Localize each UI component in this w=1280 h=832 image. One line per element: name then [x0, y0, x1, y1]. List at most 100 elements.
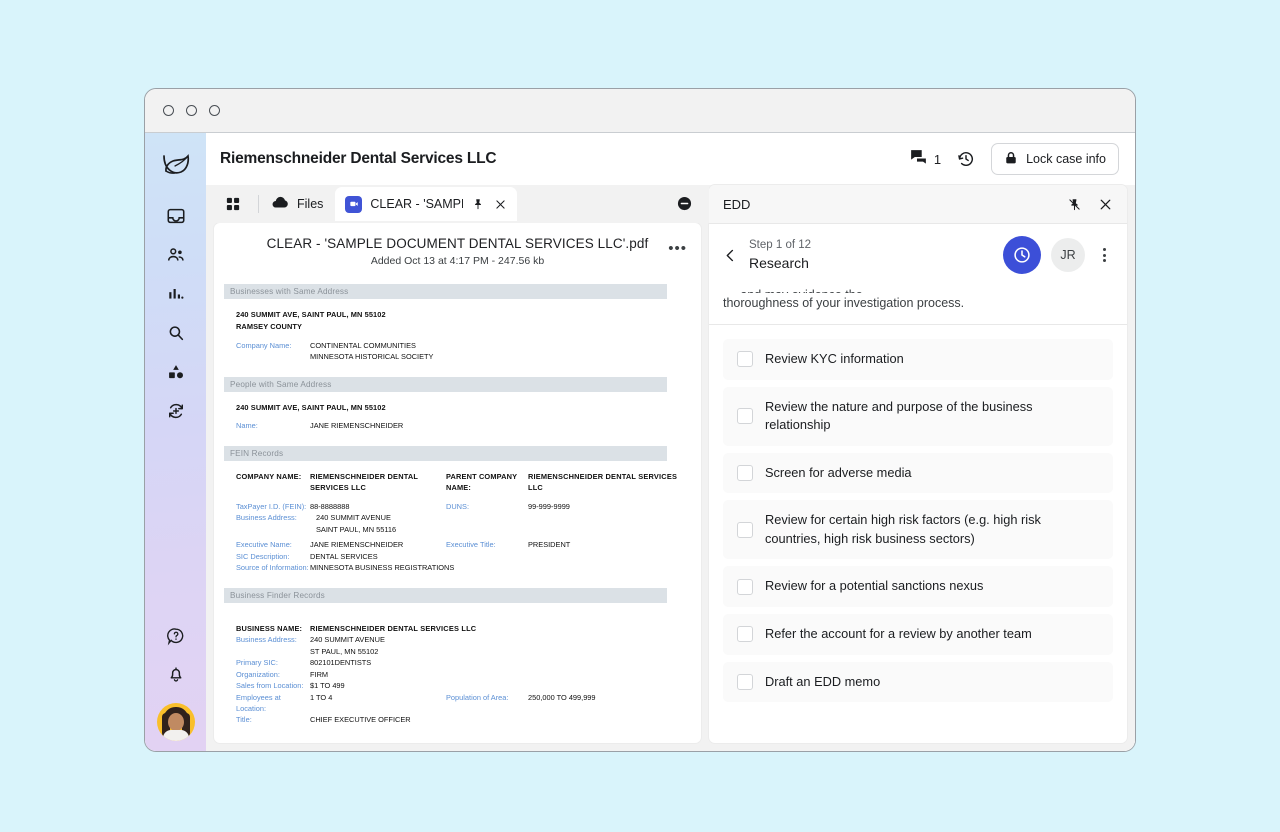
- history-clock-icon[interactable]: [957, 150, 975, 168]
- edd-task-list: Review KYC information Review the nature…: [709, 325, 1127, 712]
- task-checkbox[interactable]: [737, 521, 753, 538]
- task-label: Draft an EDD memo: [765, 673, 881, 689]
- document-tab[interactable]: CLEAR - 'SAMPLE D(: [335, 187, 518, 221]
- field-value: DENTAL SERVICES: [310, 551, 378, 561]
- field-label: COMPANY NAME:: [236, 471, 302, 481]
- field-value: CHIEF EXECUTIVE OFFICER: [310, 715, 411, 725]
- field-value: MINNESOTA BUSINESS REGISTRATIONS: [310, 563, 455, 573]
- files-tab-label: Files: [297, 197, 324, 211]
- record-businesses-same-address: 240 SUMMIT AVE, SAINT PAUL, MN 55102 RAM…: [224, 309, 691, 363]
- field-value: 240 SUMMIT AVENUE: [310, 635, 385, 645]
- avatar-face: [167, 713, 184, 731]
- address-line: 240 SUMMIT AVE, SAINT PAUL, MN 55102: [236, 402, 386, 412]
- sidebar-item-notifications[interactable]: [165, 663, 187, 685]
- field-value: ST PAUL, MN 55102: [310, 646, 379, 656]
- edd-card: EDD Step 1 of 12 Research JR thoroughnes…: [709, 185, 1127, 743]
- field-value: 99-999-9999: [528, 501, 570, 511]
- field-value: CONTINENTAL COMMUNITIES: [310, 340, 416, 350]
- tab-divider: [258, 195, 259, 213]
- sidebar-item-help[interactable]: [165, 625, 187, 647]
- timer-clock-icon[interactable]: [1003, 236, 1041, 274]
- collapse-circle-icon[interactable]: [677, 196, 693, 212]
- field-value: RIEMENSCHNEIDER DENTAL SERVICES LLC: [528, 471, 678, 493]
- task-label: Screen for adverse media: [765, 464, 912, 480]
- field-value: 802101DENTISTS: [310, 658, 372, 668]
- pin-icon[interactable]: [471, 197, 485, 211]
- task-item[interactable]: Refer the account for a review by anothe…: [723, 613, 1113, 655]
- sidebar-nav: [165, 205, 187, 422]
- grid-apps-icon[interactable]: [218, 189, 248, 219]
- record-fein: COMPANY NAME: RIEMENSCHNEIDER DENTAL SER…: [224, 471, 691, 574]
- window-dot-maximize[interactable]: [209, 105, 220, 116]
- field-label: SIC Description:: [236, 551, 290, 561]
- close-icon[interactable]: [1098, 197, 1113, 212]
- edd-panel-header: EDD: [709, 185, 1127, 224]
- case-header-actions: 1 Lock case info: [910, 143, 1119, 175]
- pin-icon[interactable]: [1067, 197, 1082, 212]
- task-item[interactable]: Review for a potential sanctions nexus: [723, 566, 1113, 607]
- comment-icon: [910, 148, 927, 170]
- task-item[interactable]: Review for certain high risk factors (e.…: [723, 500, 1113, 560]
- edd-panel-title: EDD: [723, 196, 751, 212]
- assignee-avatar[interactable]: JR: [1051, 238, 1085, 272]
- comments-button[interactable]: 1: [910, 148, 941, 170]
- document-app-icon: [345, 195, 363, 213]
- edd-description-line: thoroughness of your investigation proce…: [723, 296, 965, 310]
- edd-step-name: Research: [749, 255, 809, 271]
- bird-leaf-logo[interactable]: [159, 147, 193, 181]
- cloud-icon: [271, 196, 289, 212]
- task-item[interactable]: Review KYC information: [723, 339, 1113, 380]
- field-label: Executive Name:: [236, 540, 292, 550]
- sidebar-item-search[interactable]: [165, 322, 187, 344]
- task-item[interactable]: Review the nature and purpose of the bus…: [723, 386, 1113, 446]
- field-label: TaxPayer I.D. (FEIN):: [236, 501, 307, 511]
- field-value: SAINT PAUL, MN 55116: [316, 524, 397, 534]
- document-more-icon[interactable]: •••: [668, 241, 687, 256]
- task-label: Review for a potential sanctions nexus: [765, 578, 984, 594]
- files-tab[interactable]: Files: [265, 185, 335, 223]
- sidebar-item-people[interactable]: [165, 244, 187, 266]
- field-value: 250,000 TO 499,999: [528, 692, 596, 702]
- sidebar-item-sync[interactable]: [165, 400, 187, 422]
- task-checkbox[interactable]: [737, 673, 753, 690]
- sidebar-item-inbox[interactable]: [165, 205, 187, 227]
- task-checkbox[interactable]: [737, 626, 753, 643]
- address-line: 240 SUMMIT AVE, SAINT PAUL, MN 55102: [236, 310, 386, 319]
- field-label: Employees at Location:: [236, 692, 281, 713]
- task-checkbox[interactable]: [737, 578, 753, 595]
- field-label: Executive Title:: [446, 540, 496, 550]
- task-item[interactable]: Screen for adverse media: [723, 452, 1113, 494]
- field-label: Primary SIC:: [236, 658, 278, 668]
- more-vertical-icon[interactable]: [1095, 248, 1113, 262]
- field-label: Population of Area:: [446, 692, 509, 702]
- record-people-same-address: 240 SUMMIT AVE, SAINT PAUL, MN 55102 Nam…: [224, 402, 691, 432]
- document-tab-label: CLEAR - 'SAMPLE D(: [370, 197, 463, 211]
- task-item[interactable]: Draft an EDD memo: [723, 661, 1113, 703]
- field-label: Title:: [236, 715, 252, 725]
- field-label: Business Address:: [236, 513, 297, 523]
- field-label: BUSINESS NAME:: [236, 623, 303, 633]
- close-icon[interactable]: [493, 197, 507, 211]
- task-checkbox[interactable]: [737, 351, 753, 368]
- field-label: Business Address:: [236, 635, 297, 645]
- sidebar-item-entities[interactable]: [165, 361, 187, 383]
- chevron-left-icon[interactable]: [719, 244, 741, 266]
- window-dot-minimize[interactable]: [186, 105, 197, 116]
- page-title: Riemenschneider Dental Services LLC: [220, 150, 497, 167]
- lock-case-info-button[interactable]: Lock case info: [991, 143, 1119, 175]
- document-header: CLEAR - 'SAMPLE DOCUMENT DENTAL SERVICES…: [214, 223, 701, 278]
- task-label: Review KYC information: [765, 351, 904, 367]
- avatar-body: [162, 730, 189, 741]
- task-checkbox[interactable]: [737, 465, 753, 482]
- tab-tools: Files CLEAR - 'SAMPLE D(: [214, 185, 518, 223]
- avatar[interactable]: [156, 703, 195, 741]
- sidebar-item-analytics[interactable]: [165, 283, 187, 305]
- window-dot-close[interactable]: [163, 105, 174, 116]
- field-label: Source of Information:: [236, 563, 309, 573]
- field-value: MINNESOTA HISTORICAL SOCIETY: [310, 352, 434, 362]
- edd-panel-actions: [1067, 197, 1113, 212]
- document-title: CLEAR - 'SAMPLE DOCUMENT DENTAL SERVICES…: [266, 236, 649, 251]
- address-line: RAMSEY COUNTY: [236, 321, 303, 331]
- edd-description: ..., and may evidence the thoroughness o…: [709, 286, 1127, 326]
- task-checkbox[interactable]: [737, 408, 753, 425]
